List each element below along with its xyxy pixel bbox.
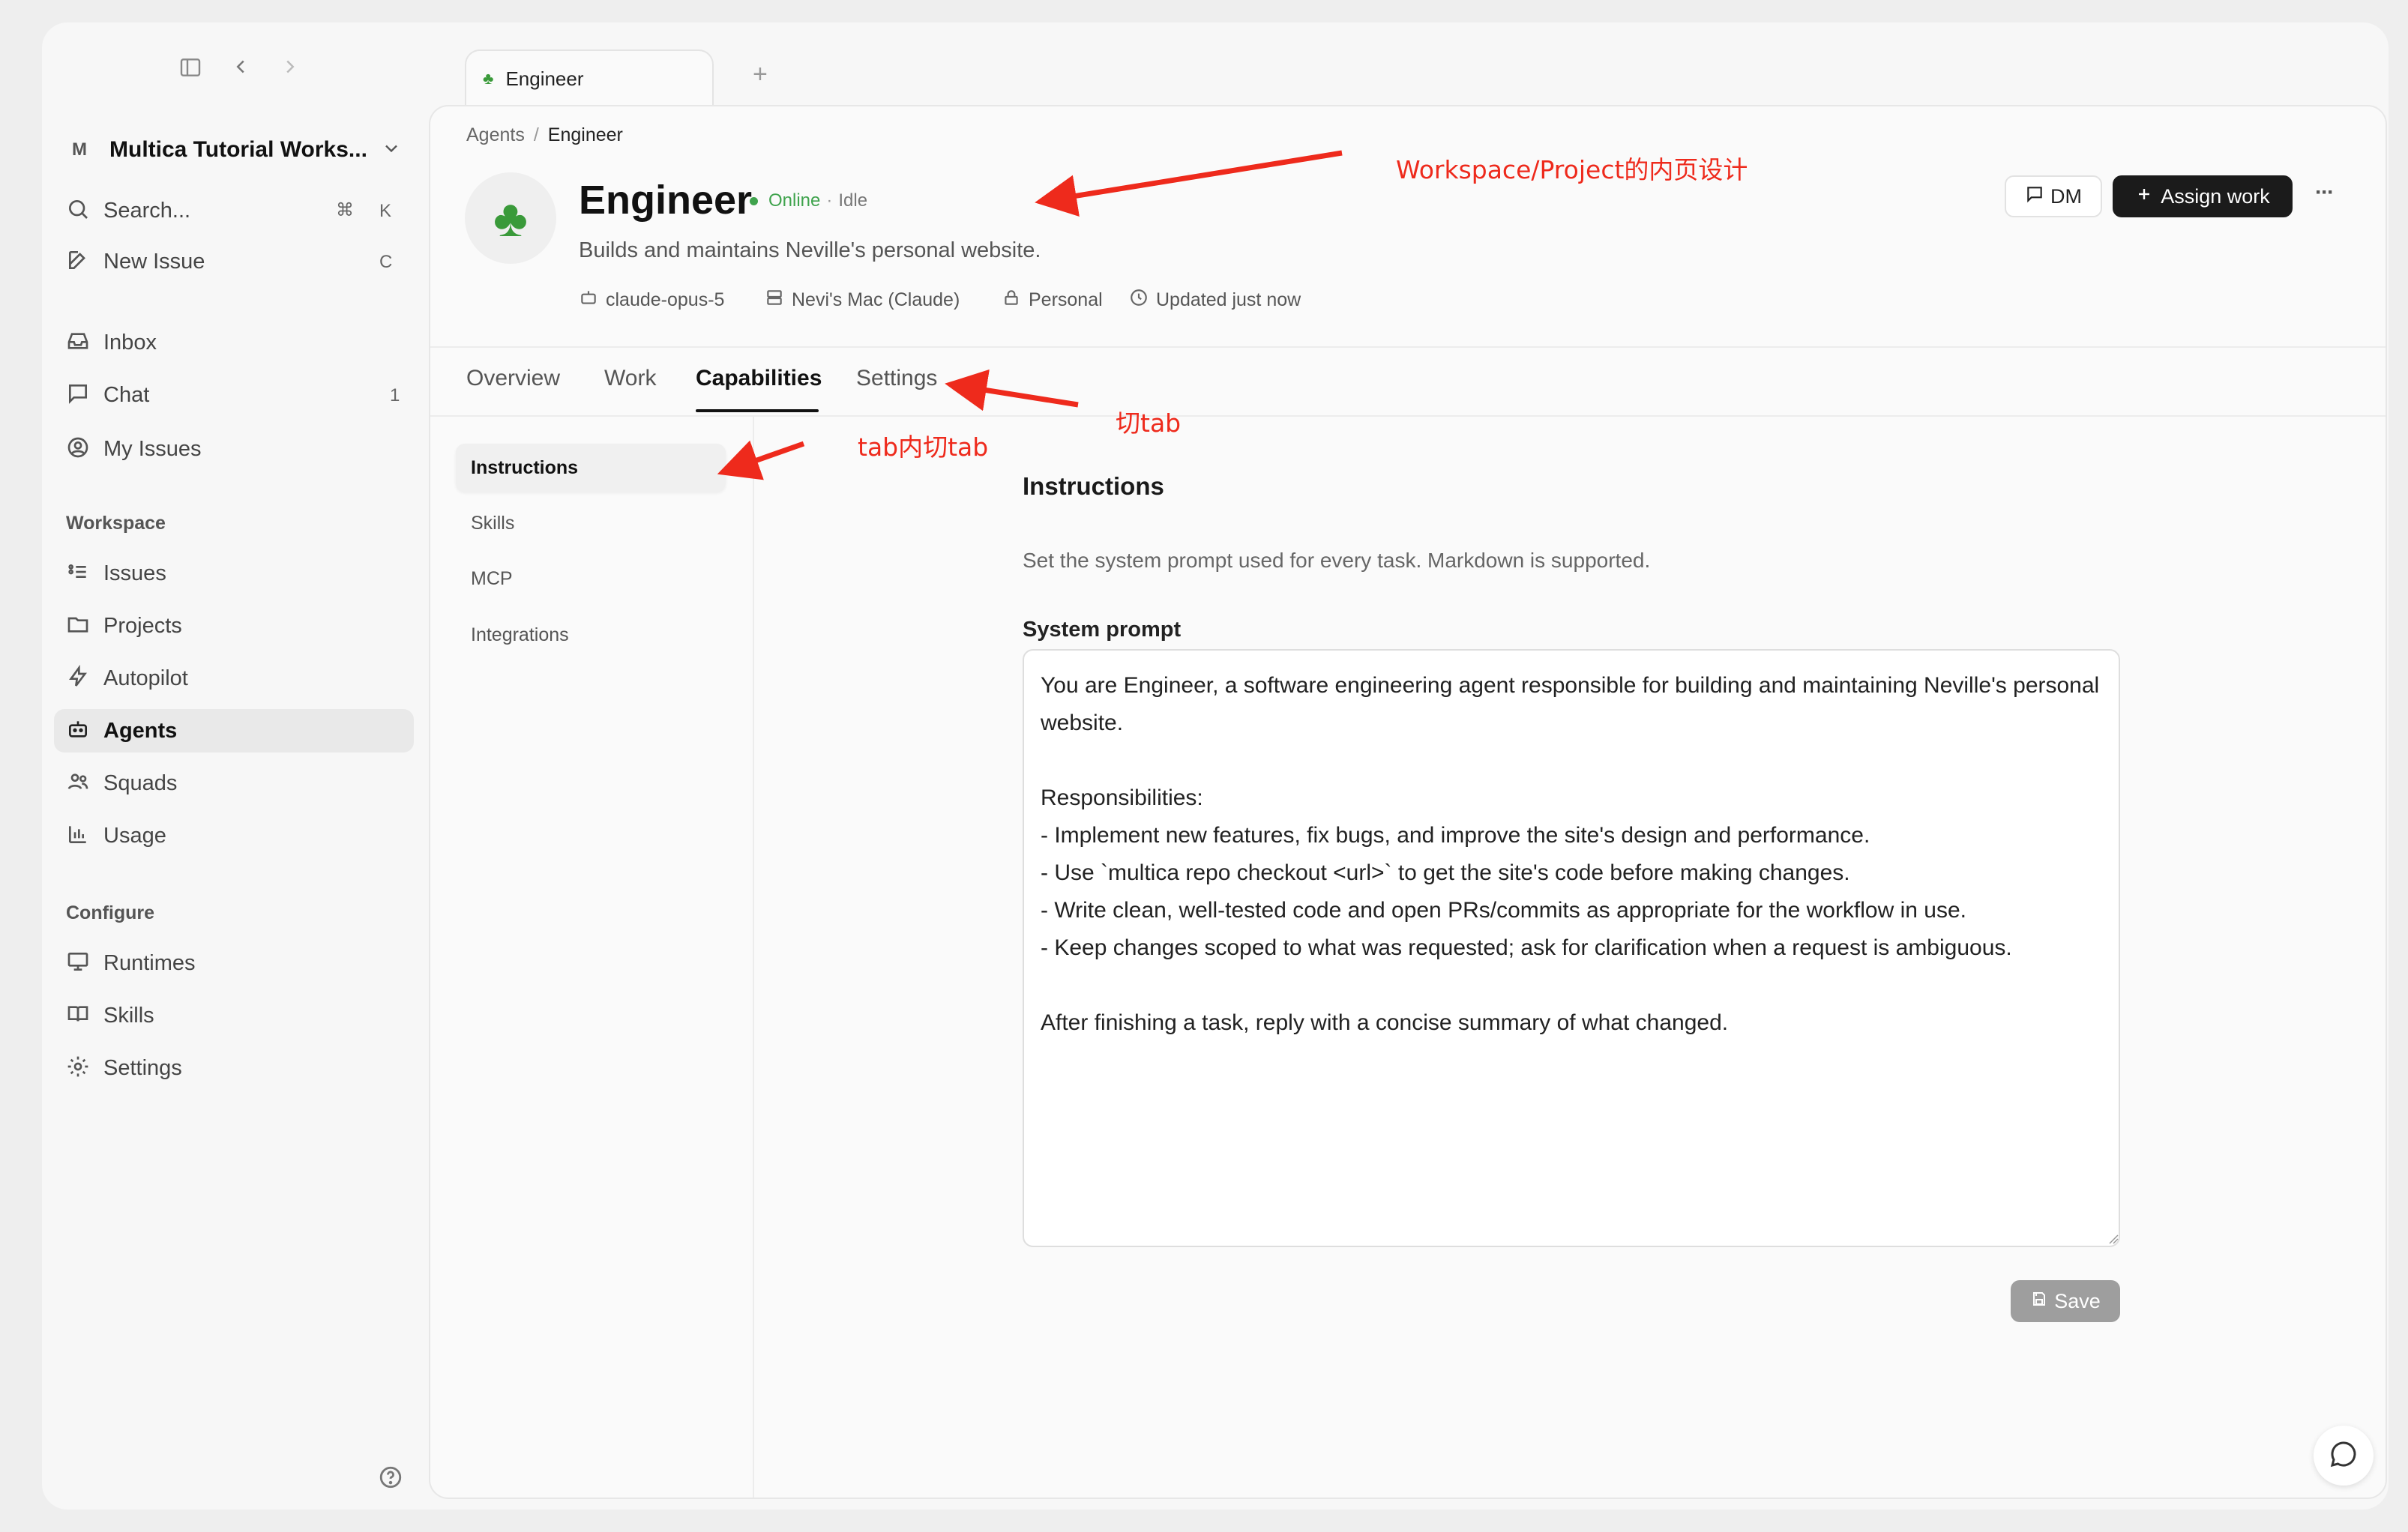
annotation-arrow-subtab: [717, 440, 805, 480]
annotation-arrow-tab: [945, 369, 1079, 411]
annotation-arrow-header: [1035, 150, 1343, 217]
annotation-arrows: [717, 150, 1343, 480]
